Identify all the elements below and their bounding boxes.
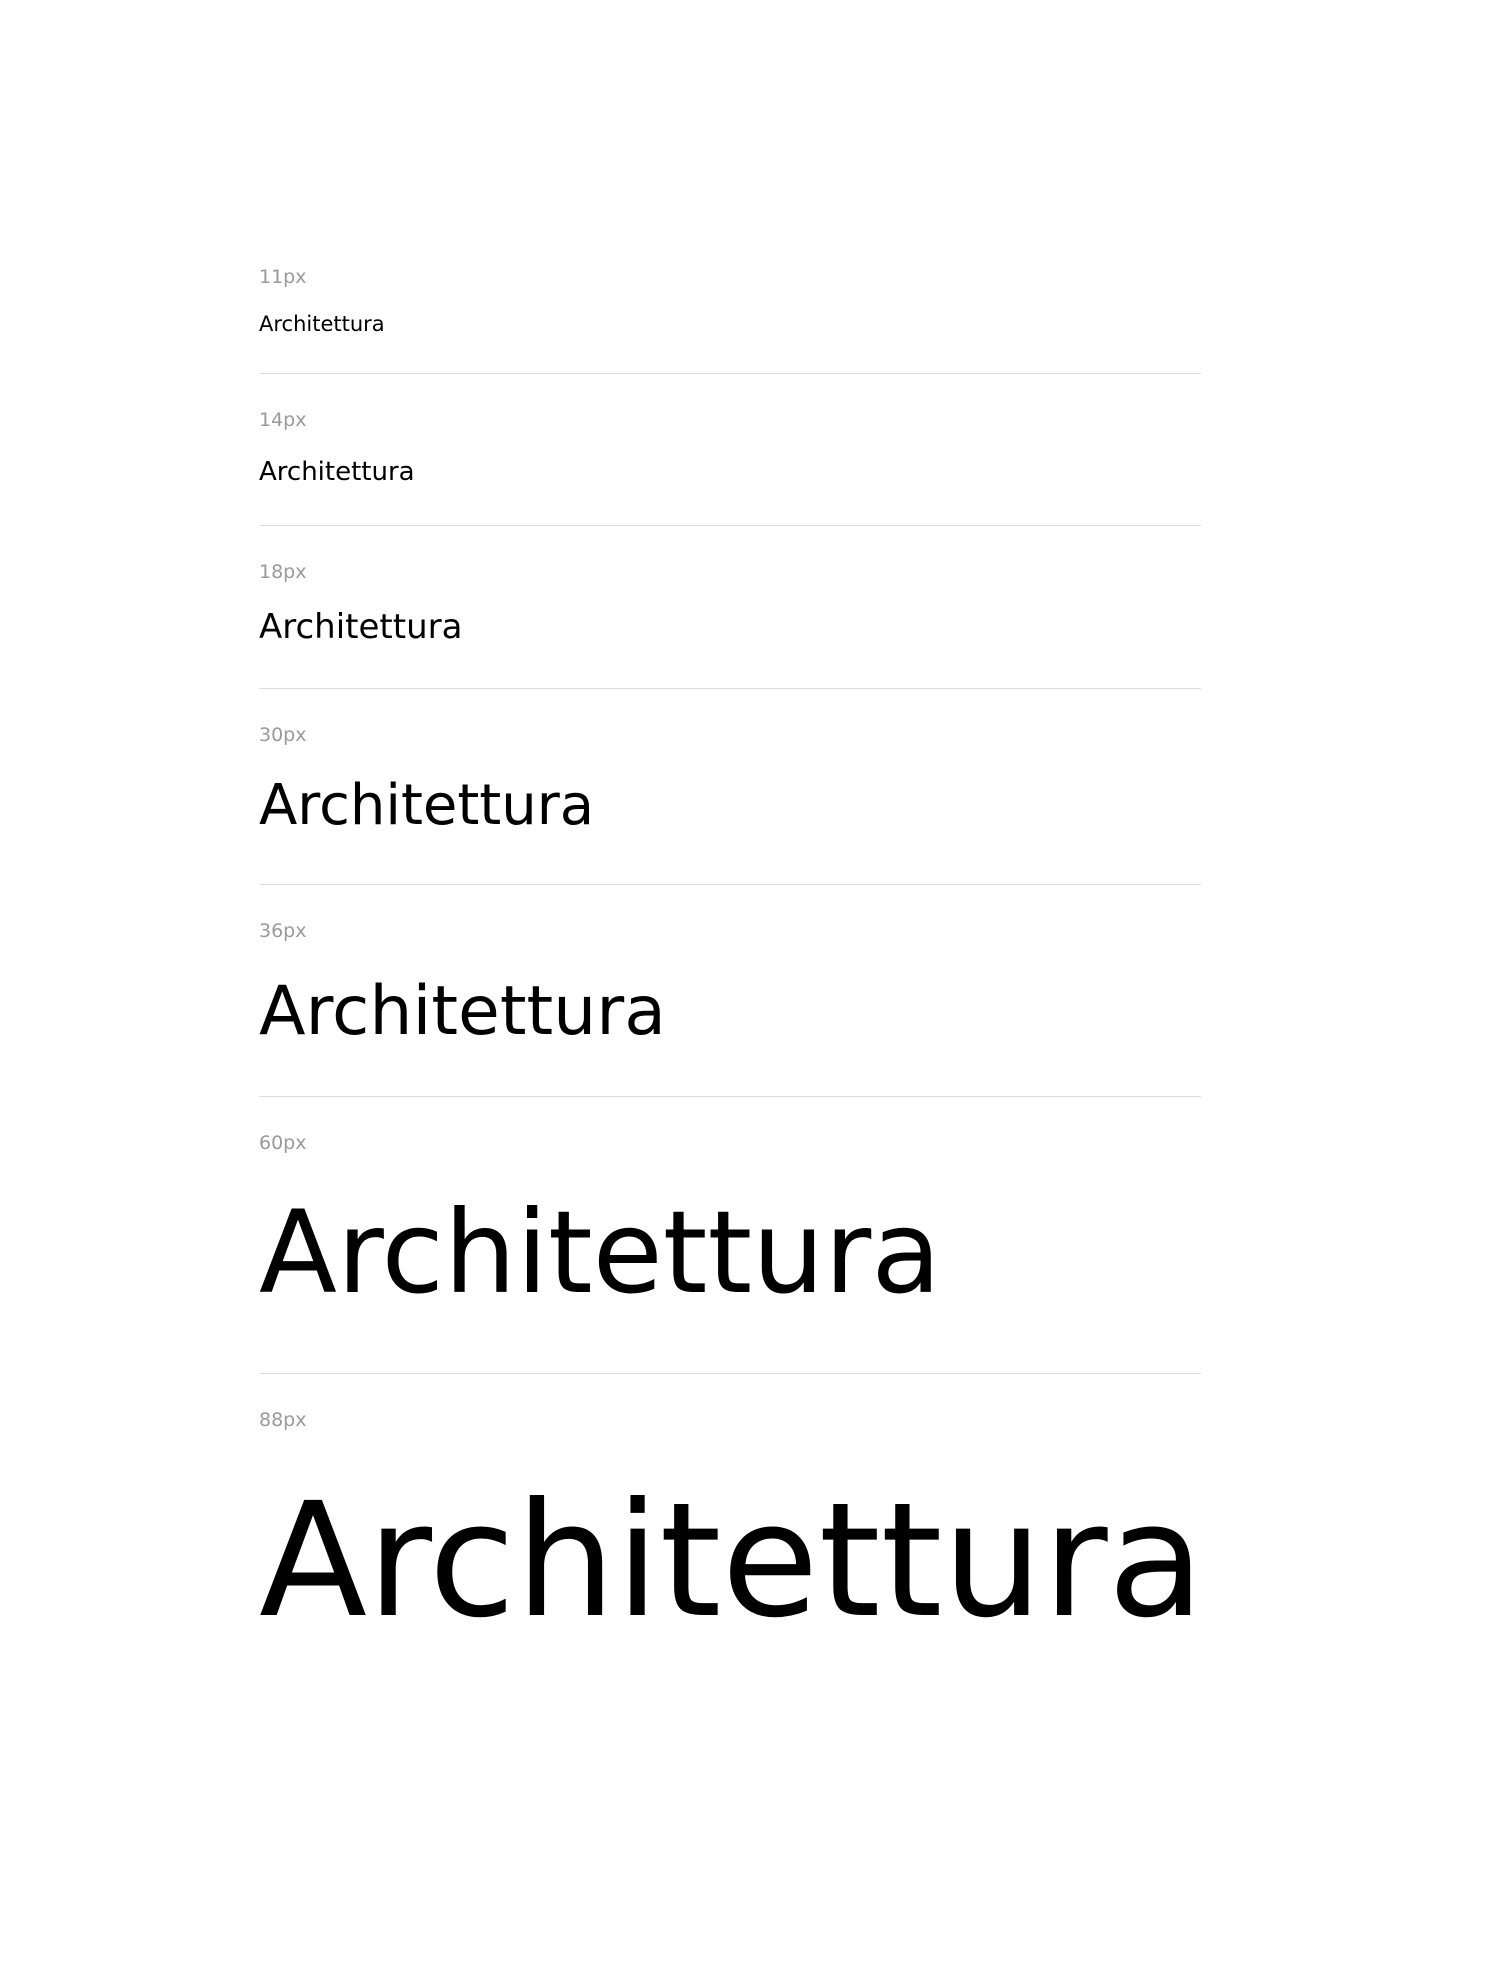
- sample-text-88: Architettura: [259, 1469, 1205, 1653]
- divider: [259, 1096, 1201, 1097]
- size-label-36: 36px: [259, 920, 307, 942]
- size-label-30: 30px: [259, 724, 307, 746]
- sample-text-60: Architettura: [259, 1186, 942, 1319]
- sample-text-30: Architettura: [259, 773, 595, 838]
- size-label-88: 88px: [259, 1409, 307, 1431]
- sample-text-36: Architettura: [259, 972, 666, 1051]
- divider: [259, 1373, 1201, 1374]
- size-label-60: 60px: [259, 1132, 307, 1154]
- sample-text-14: Architettura: [259, 457, 415, 487]
- sample-text-11: Architettura: [259, 312, 385, 336]
- sample-text-18: Architettura: [259, 607, 463, 647]
- divider: [259, 525, 1201, 526]
- size-label-18: 18px: [259, 561, 307, 583]
- size-label-11: 11px: [259, 266, 307, 288]
- size-label-14: 14px: [259, 409, 307, 431]
- divider: [259, 884, 1201, 885]
- divider: [259, 688, 1201, 689]
- divider: [259, 373, 1201, 374]
